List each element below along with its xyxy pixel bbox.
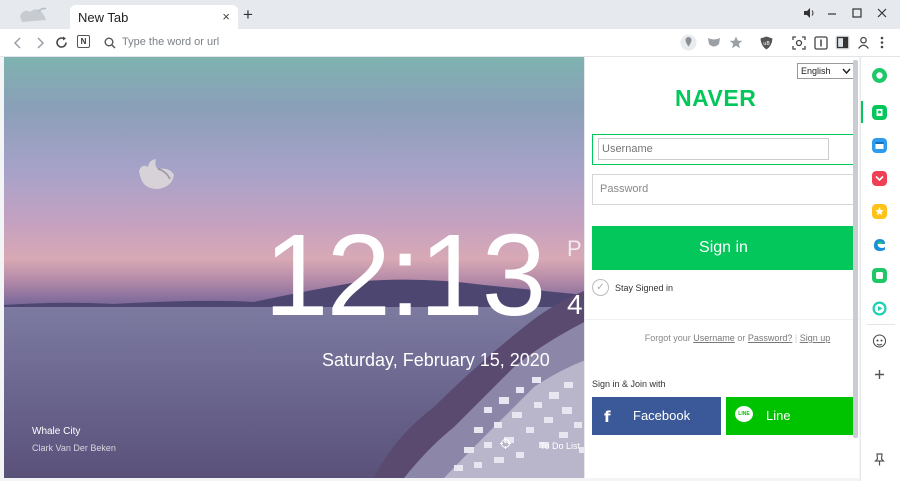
facebook-label: Facebook (633, 408, 691, 423)
password-input[interactable]: Password (592, 174, 855, 205)
clock-seconds: 4 (567, 289, 583, 320)
browser-window: New Tab × + N Type the word or url uB 12… (0, 0, 900, 481)
panel-scrollbar[interactable] (853, 60, 858, 438)
pin-icon[interactable] (872, 452, 887, 467)
naver-logo: NAVER (675, 85, 757, 111)
forgot-prefix: Forgot your (644, 333, 691, 343)
volume-icon[interactable] (803, 7, 815, 19)
papago-icon[interactable] (872, 334, 887, 349)
close-window-icon[interactable] (876, 7, 888, 19)
tab-new-tab[interactable]: New Tab × (70, 5, 238, 29)
photo-author[interactable]: Clark Van Der Beken (32, 443, 116, 453)
forgot-or: or (737, 333, 746, 343)
profile-icon[interactable] (857, 36, 870, 49)
new-tab-button[interactable]: + (243, 6, 253, 23)
naver-login-panel: English NAVER Username Password Sign in … (584, 57, 860, 478)
line-label: Line (766, 408, 791, 423)
calendar-icon[interactable] (872, 138, 887, 153)
facebook-login-button[interactable]: f Facebook (592, 397, 721, 435)
naver-login-icon[interactable] (872, 105, 887, 120)
sign-in-button[interactable]: Sign in (592, 226, 855, 270)
reload-icon[interactable] (55, 36, 68, 49)
reader-icon[interactable] (814, 36, 828, 50)
sign-up-link[interactable]: Sign up (800, 333, 831, 343)
green-square-icon[interactable] (872, 268, 887, 283)
tab-close-icon[interactable]: × (222, 9, 230, 24)
forward-icon[interactable] (35, 37, 45, 49)
clock-date: Saturday, February 15, 2020 (322, 350, 550, 370)
chevron-down-icon (842, 68, 851, 75)
menu-icon[interactable] (880, 36, 884, 49)
todo-list-button[interactable]: To Do List (540, 441, 580, 451)
whale-icon (139, 159, 174, 189)
shield-icon[interactable] (707, 37, 721, 49)
photo-title[interactable]: Whale City (32, 426, 80, 437)
line-icon: LINE (735, 406, 753, 422)
toolbar: N Type the word or url uB (0, 29, 900, 57)
add-icon[interactable] (872, 367, 887, 382)
pocket-icon[interactable] (872, 171, 887, 186)
right-sidebar (860, 57, 900, 481)
new-tab-page: 12:13 P 4 Saturday, February 15, 2020 Wh… (4, 57, 584, 478)
star-icon[interactable] (729, 36, 743, 49)
star-bookmark-icon[interactable] (872, 204, 887, 219)
ublock-icon[interactable]: uB (760, 36, 773, 50)
search-icon (104, 37, 116, 49)
address-input[interactable]: Type the word or url (122, 36, 219, 48)
username-field[interactable]: Username (592, 134, 855, 165)
forgot-password-link[interactable]: Password? (748, 333, 793, 343)
location-icon[interactable] (680, 34, 697, 51)
title-bar: New Tab × + (0, 0, 900, 29)
language-value: English (801, 66, 831, 76)
facebook-icon: f (604, 408, 611, 426)
play-icon[interactable] (872, 301, 887, 316)
svg-text:uB: uB (763, 41, 770, 47)
sidebar-toggle-icon[interactable] (835, 35, 850, 50)
capture-icon[interactable] (792, 36, 806, 50)
line-login-button[interactable]: LINE Line (726, 397, 855, 435)
sidebar-separator (867, 324, 895, 325)
edge-icon[interactable] (872, 237, 887, 252)
clock-ampm: P (567, 236, 582, 261)
stay-signed-in-checkbox[interactable]: ✓ (592, 279, 609, 296)
active-indicator (861, 101, 863, 123)
forgot-links: Forgot your Username or Password? | Sign… (644, 333, 831, 343)
maximize-icon[interactable] (851, 7, 863, 19)
divider (585, 319, 860, 320)
naver-n-icon[interactable]: N (77, 35, 90, 48)
whale-logo-icon (20, 7, 47, 22)
back-icon[interactable] (13, 37, 23, 49)
crosshair-icon[interactable] (500, 438, 511, 449)
green-circle-icon[interactable] (872, 68, 887, 83)
join-with-label: Sign in & Join with (592, 379, 666, 389)
language-select[interactable]: English (797, 63, 855, 79)
minimize-icon[interactable] (826, 7, 838, 19)
clock-time: 12:13 (264, 210, 546, 340)
stay-signed-in-label[interactable]: Stay Signed in (615, 283, 673, 293)
forgot-username-link[interactable]: Username (693, 333, 735, 343)
username-input[interactable]: Username (598, 138, 829, 160)
tab-title: New Tab (78, 10, 129, 25)
